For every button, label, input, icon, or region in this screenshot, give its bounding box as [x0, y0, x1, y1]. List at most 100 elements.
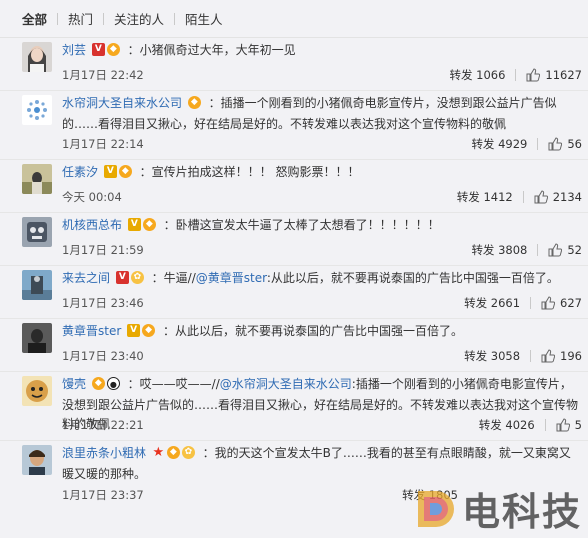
comment-content-quoted: :从此以后，就不要再说泰国的广告比中国强一百倍了。	[266, 271, 559, 285]
repost-button[interactable]: 转发 3808	[471, 241, 527, 259]
comment-author[interactable]: 机核西总布	[62, 218, 122, 232]
comment-time: 今天 00:04	[62, 190, 122, 204]
comment-author[interactable]: 黄章晋ster	[62, 324, 121, 338]
comment-content: ：牛逼//	[151, 271, 196, 285]
flower-badge-icon: ✿	[181, 446, 195, 459]
like-count: 196	[560, 349, 582, 363]
avatar[interactable]	[22, 217, 52, 247]
action-divider	[530, 297, 532, 309]
comment-time: 1月17日 22:42	[62, 68, 144, 82]
verified-icon: V	[103, 165, 117, 178]
thumbs-up-icon	[548, 243, 563, 257]
repost-button[interactable]: 转发 2661	[464, 294, 520, 312]
comment-content: ：从此以后，就不要再说泰国的广告比中国强一百倍了。	[162, 324, 463, 338]
thumbs-up-icon	[541, 349, 556, 363]
user-badges: V ◆	[91, 43, 122, 62]
comment-meta: 1月17日 22:21 转发 4026 5	[62, 416, 588, 434]
comment-text-line: 黄章晋ster V ◆ ：从此以后，就不要再说泰国的广告比中国强一百倍了。	[62, 319, 588, 343]
comment-content: ：卧槽这宣发太牛逼了太棒了太想看了！！！！！！	[163, 218, 440, 232]
comment-filter-tabs: 全部 热门 关注的人 陌生人	[0, 0, 588, 38]
repost-button[interactable]: 转发 1412	[457, 188, 513, 206]
like-button[interactable]: 2134	[534, 188, 582, 206]
like-button[interactable]: 5	[556, 416, 582, 434]
comment-item: 来去之间 V ✿ ：牛逼//@黄章晋ster:从此以后，就不要再说泰国的广告比中国…	[0, 266, 588, 319]
avatar[interactable]	[22, 42, 52, 72]
fan-badge-icon: ◆	[118, 165, 132, 178]
avatar[interactable]	[22, 270, 52, 300]
mention-link[interactable]: @水帘洞大圣自来水公司	[220, 377, 352, 391]
fan-badge-icon: ◆	[187, 96, 201, 109]
like-button[interactable]: 196	[541, 347, 582, 365]
avatar[interactable]	[22, 323, 52, 353]
tab-all[interactable]: 全部	[22, 9, 47, 28]
comment-meta: 1月17日 23:40 转发 3058 196	[62, 347, 588, 365]
like-button[interactable]: 52	[548, 241, 582, 259]
comment-author[interactable]: 浪里赤条小粗林	[62, 446, 146, 460]
tab-hot[interactable]: 热门	[68, 9, 93, 28]
comment-author[interactable]: 来去之间	[62, 271, 110, 285]
comment-text-line: 水帘洞大圣自来水公司 ◆ ：插播一个刚看到的小猪佩奇电影宣传片，没想到跟公益片广…	[62, 91, 588, 134]
flower-badge-icon: ✿	[130, 271, 144, 284]
tab-following[interactable]: 关注的人	[114, 9, 164, 28]
avatar[interactable]	[22, 376, 52, 406]
repost-button[interactable]: 转发 4026	[479, 416, 535, 434]
comment-time: 1月17日 22:21	[62, 418, 144, 432]
repost-button[interactable]: 转发 3058	[464, 347, 520, 365]
comment-item: 水帘洞大圣自来水公司 ◆ ：插播一个刚看到的小猪佩奇电影宣传片，没想到跟公益片广…	[0, 91, 588, 160]
comment-text-line: 刘芸 V ◆ ：小猪佩奇过大年，大年初一见	[62, 38, 588, 62]
comment-actions: 转发 4929 56	[471, 135, 582, 153]
action-divider	[537, 244, 539, 256]
thumbs-up-icon	[556, 418, 570, 432]
comment-meta: 1月17日 22:42 转发 1066 11627	[62, 66, 588, 84]
user-badges: V ◆	[127, 218, 158, 237]
comment-meta: 1月17日 21:59 转发 3808 52	[62, 241, 588, 259]
thumbs-up-icon	[534, 190, 548, 204]
comment-time: 1月17日 23:40	[62, 349, 144, 363]
thumbs-up-icon	[526, 68, 541, 82]
comment-item: 任素汐 V ◆ ：宣传片拍成这样！！！ 怒购影票！！！ 今天 00:04 转发 1…	[0, 160, 588, 213]
avatar[interactable]	[22, 445, 52, 475]
action-divider	[544, 419, 546, 431]
tab-strangers[interactable]: 陌生人	[185, 9, 223, 28]
like-count: 2134	[552, 190, 582, 204]
comment-author[interactable]: 水帘洞大圣自来水公司	[62, 96, 182, 110]
like-count: 11627	[545, 68, 582, 82]
avatar[interactable]	[22, 164, 52, 194]
comment-item: 黄章晋ster V ◆ ：从此以后，就不要再说泰国的广告比中国强一百倍了。 1月1…	[0, 319, 588, 372]
comment-meta: 1月17日 22:14 转发 4929 56	[62, 135, 588, 153]
repost-button[interactable]: 转发 4929	[471, 135, 527, 153]
comment-time: 1月17日 21:59	[62, 243, 144, 257]
like-count: 5	[574, 418, 582, 432]
comment-actions: 转发 4026 5	[479, 416, 582, 434]
mention-link[interactable]: @黄章晋ster	[196, 271, 267, 285]
tab-divider	[103, 12, 105, 25]
comment-author[interactable]: 刘芸	[62, 43, 86, 57]
like-button[interactable]: 56	[548, 135, 582, 153]
watermark-text: 电科技	[461, 490, 582, 534]
tab-divider	[57, 12, 59, 25]
repost-button[interactable]: 转发 1066	[449, 66, 505, 84]
comment-author[interactable]: 馒壳	[62, 377, 86, 391]
comment-actions: 转发 1066 11627	[449, 66, 582, 84]
user-badges: ◆ ●	[91, 377, 122, 396]
comment-content: ：宣传片拍成这样！！！ 怒购影票！！！	[139, 165, 360, 179]
user-badges: V ◆	[103, 165, 134, 184]
avatar[interactable]	[22, 95, 52, 125]
verified-icon: V	[127, 324, 141, 337]
like-button[interactable]: 627	[541, 294, 582, 312]
user-badges: V ◆	[127, 324, 157, 343]
star-icon: ★	[152, 445, 165, 460]
comment-content: ：哎——哎——//	[127, 377, 220, 391]
comment-actions: 转发 1412 2134	[457, 188, 582, 206]
like-button[interactable]: 11627	[526, 66, 582, 84]
comment-meta: 今天 00:04 转发 1412 2134	[62, 188, 588, 206]
verified-icon: V	[115, 271, 129, 284]
comment-author[interactable]: 任素汐	[62, 165, 98, 179]
panda-badge-icon: ●	[106, 377, 120, 390]
like-count: 56	[567, 137, 582, 151]
comment-time: 1月17日 23:46	[62, 296, 144, 310]
action-divider	[522, 191, 524, 203]
comment-text-line: 来去之间 V ✿ ：牛逼//@黄章晋ster:从此以后，就不要再说泰国的广告比中国…	[62, 266, 588, 290]
comment-item: 馒壳 ◆ ● ：哎——哎——//@水帘洞大圣自来水公司:插播一个刚看到的小猪佩奇电…	[0, 372, 588, 441]
comment-meta: 1月17日 23:46 转发 2661 627	[62, 294, 588, 312]
